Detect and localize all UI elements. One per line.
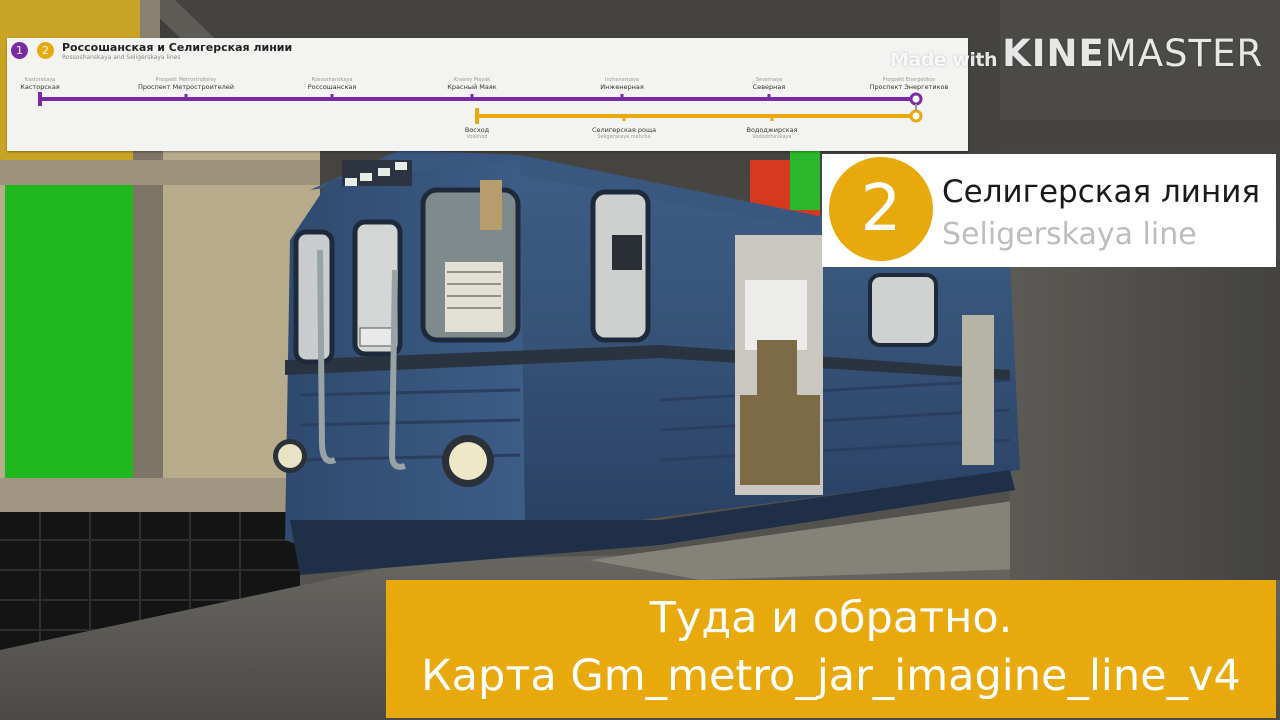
line-info-panel: 2 Селигерская линия Seligerskaya line [822,154,1276,267]
line-number-badge: 2 [829,157,933,261]
station-label: Восход Voskhod [464,126,490,140]
transfer-circle-line-1 [909,92,923,106]
transfer-circle-line-2 [909,109,923,123]
watermark-brand-bold: KINE [1002,32,1105,75]
video-caption: Туда и обратно. Карта Gm_metro_jar_imagi… [386,580,1276,718]
station-label: Prospekt Energetikov Проспект Энергетиков [869,77,949,91]
caption-line-1: Туда и обратно. [649,593,1013,643]
station-label: Severnaya Северная [752,77,786,91]
kinemaster-watermark: Made with KINEMASTER [890,32,1263,75]
station-label: Селигерская роща Seligerskaya roshcha [591,126,657,140]
station-label: Kastorskaya Касторская [20,77,60,91]
line-name-russian: Селигерская линия [942,174,1261,210]
watermark-made-with: Made with [890,49,998,71]
watermark-brand-light: MASTER [1104,32,1264,75]
station-label: Rossoshanskaya Россошанская [307,77,357,91]
station-label: Inzhenernaya Инженерная [600,77,644,91]
station-label: Krasniy Mayak Красный Маяк [447,77,497,91]
caption-line-2: Карта Gm_metro_jar_imagine_line_v4 [421,651,1241,701]
station-label: Prospekt Metrostroiteley Проспект Метрост… [138,77,234,91]
route-map: 1 2 Россошанская и Селигерская линии Ros… [7,38,968,151]
line-name-english: Seligerskaya line [942,217,1197,252]
station-label: Вододжирская Vododzhirskaya [746,126,798,140]
